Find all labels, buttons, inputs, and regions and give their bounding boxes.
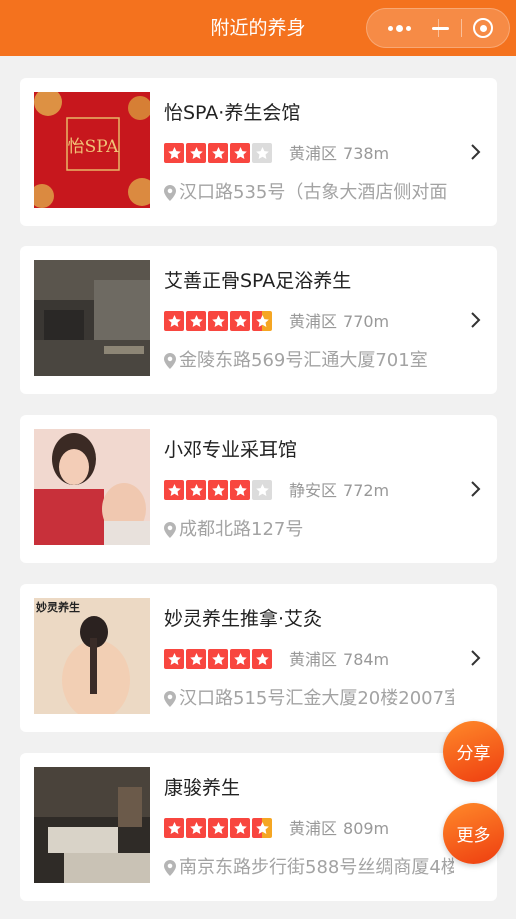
distance-label: 738m: [343, 144, 390, 163]
image-caption: 妙灵养生: [36, 600, 80, 614]
location-pin-icon: [164, 522, 176, 538]
shop-thumbnail: [34, 767, 150, 883]
shop-meta: 黄浦区 770m: [289, 312, 389, 332]
shop-thumbnail: [34, 260, 150, 376]
share-button[interactable]: 分享: [443, 721, 504, 782]
shop-name: 康骏养生: [164, 777, 241, 799]
star-icon: [252, 649, 272, 669]
star-icon: [230, 311, 250, 331]
shop-card[interactable]: 康骏养生 黄浦区 809m 南京东路步行街588号丝绸商厦4楼: [20, 753, 497, 901]
star-icon: [186, 818, 206, 838]
address-text: 金陵东路569号汇通大厦701室: [179, 350, 428, 371]
star-icon: [164, 143, 184, 163]
star-icon: [208, 818, 228, 838]
location-pin-icon: [164, 860, 176, 876]
star-icon: [252, 311, 272, 331]
star-icon: [186, 311, 206, 331]
shop-card[interactable]: 艾善正骨SPA足浴养生 黄浦区 770m 金陵东路569号汇通大厦701室: [20, 246, 497, 394]
star-icon: [230, 143, 250, 163]
star-rating: [164, 649, 272, 669]
star-icon: [252, 818, 272, 838]
star-rating: [164, 311, 272, 331]
star-rating: [164, 818, 272, 838]
shop-meta: 黄浦区 738m: [289, 144, 389, 164]
shop-address: 汉口路535号（古象大酒店侧对面: [164, 181, 454, 205]
address-text: 南京东路步行街588号丝绸商厦4楼: [179, 857, 454, 878]
chevron-right-icon[interactable]: [468, 142, 484, 162]
location-pin-icon: [164, 691, 176, 707]
star-icon: [208, 311, 228, 331]
address-text: 汉口路535号（古象大酒店侧对面: [179, 182, 448, 203]
shop-address: 汉口路515号汇金大厦20楼2007室: [164, 687, 454, 711]
shop-address: 金陵东路569号汇通大厦701室: [164, 349, 454, 373]
svg-text:怡SPA: 怡SPA: [68, 137, 120, 157]
star-icon: [186, 143, 206, 163]
shop-card[interactable]: 小邓专业采耳馆 静安区 772m 成都北路127号: [20, 415, 497, 563]
mini-program-capsule: [366, 8, 510, 48]
district-label: 黄浦区: [289, 819, 338, 838]
distance-label: 784m: [343, 650, 390, 669]
shop-name: 小邓专业采耳馆: [164, 439, 298, 461]
shop-thumbnail: [34, 429, 150, 545]
star-icon: [164, 311, 184, 331]
shop-name: 妙灵养生推拿·艾灸: [164, 608, 323, 630]
chevron-right-icon[interactable]: [468, 479, 484, 499]
more-button[interactable]: 更多: [443, 803, 504, 864]
shop-name: 怡SPA·养生会馆: [164, 102, 301, 124]
shop-thumbnail: 妙灵养生: [34, 598, 150, 714]
star-icon: [230, 818, 250, 838]
address-text: 成都北路127号: [179, 519, 304, 540]
district-label: 黄浦区: [289, 650, 338, 669]
star-icon: [164, 818, 184, 838]
district-label: 黄浦区: [289, 312, 338, 331]
star-icon: [252, 143, 272, 163]
star-icon: [208, 480, 228, 500]
chevron-right-icon[interactable]: [468, 310, 484, 330]
shop-address: 南京东路步行街588号丝绸商厦4楼: [164, 856, 454, 880]
navigation-bar: 附近的养身: [0, 0, 516, 56]
star-icon: [230, 649, 250, 669]
shop-thumbnail: 怡SPA: [34, 92, 150, 208]
shop-address: 成都北路127号: [164, 518, 454, 542]
star-icon: [186, 480, 206, 500]
shop-list[interactable]: 怡SPA 怡SPA·养生会馆 黄浦区 738m 汉口路535号（古象大酒店侧对面: [0, 56, 516, 919]
chevron-right-icon[interactable]: [468, 648, 484, 668]
shop-name: 艾善正骨SPA足浴养生: [164, 270, 352, 292]
star-icon: [164, 649, 184, 669]
star-icon: [208, 143, 228, 163]
star-icon: [208, 649, 228, 669]
shop-card[interactable]: 妙灵养生 妙灵养生推拿·艾灸 黄浦区 784m 汉口路515号汇金大厦20楼200…: [20, 584, 497, 732]
distance-label: 770m: [343, 312, 390, 331]
address-text: 汉口路515号汇金大厦20楼2007室: [179, 688, 454, 709]
star-icon: [252, 480, 272, 500]
shop-meta: 黄浦区 784m: [289, 650, 389, 670]
shop-card[interactable]: 怡SPA 怡SPA·养生会馆 黄浦区 738m 汉口路535号（古象大酒店侧对面: [20, 78, 497, 226]
star-rating: [164, 480, 272, 500]
star-rating: [164, 143, 272, 163]
star-icon: [164, 480, 184, 500]
distance-label: 772m: [343, 481, 390, 500]
location-pin-icon: [164, 185, 176, 201]
minimize-icon[interactable]: [416, 9, 464, 47]
distance-label: 809m: [343, 819, 390, 838]
star-icon: [230, 480, 250, 500]
star-icon: [186, 649, 206, 669]
shop-meta: 静安区 772m: [289, 481, 389, 501]
target-close-icon[interactable]: [459, 9, 507, 47]
shop-meta: 黄浦区 809m: [289, 819, 389, 839]
district-label: 黄浦区: [289, 144, 338, 163]
district-label: 静安区: [289, 481, 338, 500]
location-pin-icon: [164, 353, 176, 369]
